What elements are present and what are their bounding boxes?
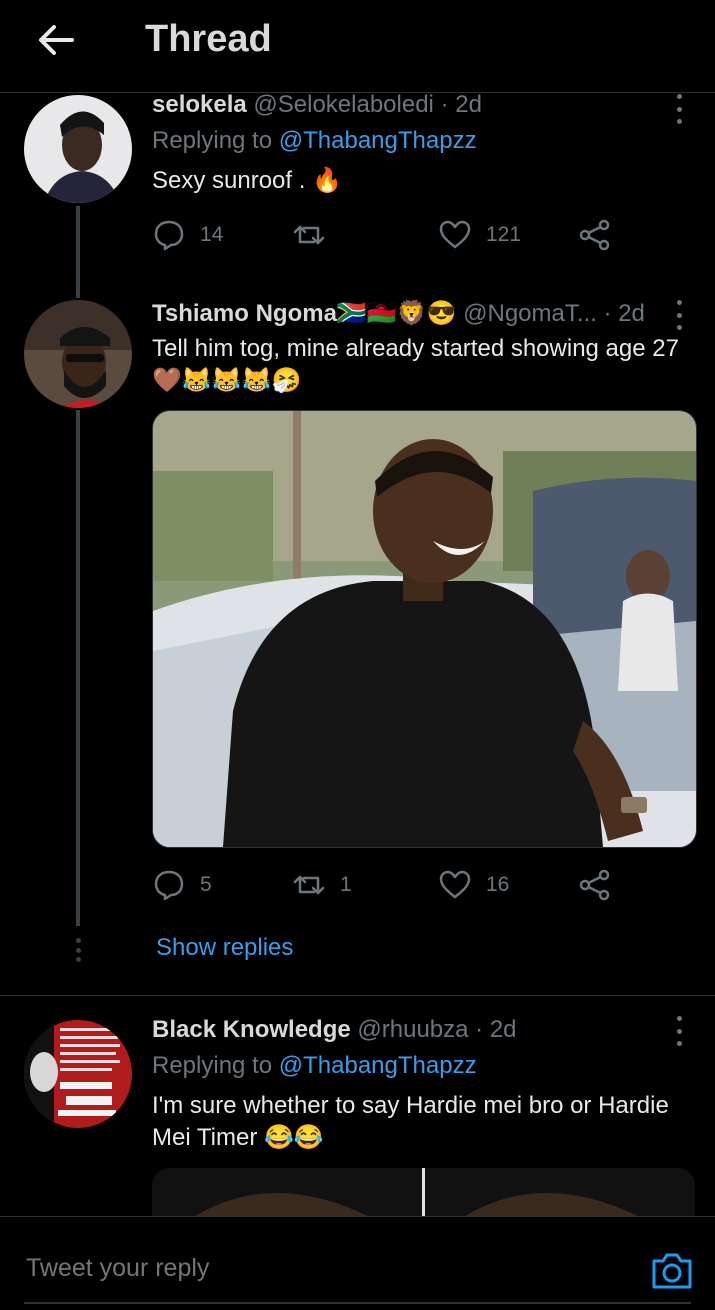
- share-icon: [579, 869, 610, 901]
- user-handle[interactable]: @NgomaT...: [463, 300, 597, 327]
- replying-to-label: Replying to: [152, 1052, 273, 1079]
- like-button[interactable]: 16: [438, 868, 509, 902]
- divider: [0, 995, 715, 996]
- heart-icon: [439, 220, 471, 249]
- reply-icon: [154, 220, 184, 251]
- more-options-button[interactable]: [673, 300, 685, 330]
- replying-to: Replying to @ThabangThapzz: [152, 1051, 477, 1081]
- separator-dot: ·: [440, 91, 449, 118]
- more-icon: [676, 94, 682, 99]
- more-icon: [676, 300, 682, 305]
- thread-line: [76, 410, 80, 926]
- retweet-button[interactable]: [292, 218, 340, 252]
- user-handle[interactable]: @Selokelaboledi: [253, 91, 433, 118]
- retweet-icon: [293, 875, 325, 895]
- reply-button[interactable]: 14: [152, 218, 223, 252]
- more-replies-indicator: [74, 938, 82, 962]
- reply-icon: [154, 870, 184, 901]
- avatar[interactable]: [24, 1020, 132, 1128]
- reply-input[interactable]: [24, 1253, 588, 1284]
- show-replies-link[interactable]: Show replies: [156, 934, 293, 962]
- tweet-header: selokela @Selokelaboledi · 2d: [152, 90, 482, 120]
- retweet-icon: [293, 225, 325, 245]
- timestamp: 2d: [489, 1016, 517, 1043]
- reply-composer: [0, 1216, 715, 1310]
- camera-button[interactable]: [650, 1249, 694, 1293]
- page-title: Thread: [145, 18, 272, 60]
- user-handle[interactable]: @rhuubza: [357, 1016, 468, 1043]
- more-options-button[interactable]: [673, 94, 685, 124]
- tweet-image[interactable]: [152, 1168, 695, 1218]
- display-name[interactable]: Black Knowledge: [152, 1016, 351, 1043]
- like-button[interactable]: 121: [438, 218, 521, 252]
- mention-link[interactable]: @ThabangThapzz: [279, 127, 477, 154]
- reply-button[interactable]: 5: [152, 868, 212, 902]
- more-options-button[interactable]: [673, 1016, 685, 1046]
- mention-link[interactable]: @ThabangThapzz: [279, 1052, 477, 1079]
- tweet-header: Tshiamo Ngoma🇿🇦🇲🇼🦁😎 @NgomaT... · 2d: [152, 299, 645, 329]
- separator-dot: ·: [475, 1016, 484, 1043]
- separator-dot: ·: [603, 300, 612, 327]
- arrow-left-icon: [39, 25, 74, 55]
- display-name[interactable]: selokela: [152, 91, 247, 118]
- like-count: 16: [486, 873, 510, 896]
- input-underline: [24, 1302, 691, 1304]
- more-icon: [676, 1016, 682, 1021]
- top-app-bar: Thread: [0, 0, 715, 93]
- tweet-image[interactable]: [152, 410, 697, 848]
- tweet-actions: 5 1 16: [152, 868, 632, 908]
- camera-icon: [652, 1253, 692, 1289]
- tweet-text: Tell him tog, mine already started showi…: [152, 335, 679, 394]
- timestamp: 2d: [455, 91, 482, 118]
- reply-count: 14: [200, 223, 224, 246]
- back-button[interactable]: [34, 18, 78, 62]
- tweet-actions: 14 121: [152, 218, 632, 258]
- share-icon: [579, 219, 610, 251]
- retweet-button[interactable]: 1: [292, 868, 352, 902]
- reply-count: 5: [200, 873, 212, 896]
- tweet-header: Black Knowledge @rhuubza · 2d: [152, 1015, 517, 1045]
- replying-to: Replying to @ThabangThapzz: [152, 126, 477, 156]
- thread-line: [76, 206, 80, 298]
- retweet-count: 1: [340, 873, 352, 896]
- timestamp: 2d: [618, 300, 645, 327]
- replying-to-label: Replying to: [152, 127, 273, 154]
- share-button[interactable]: [578, 868, 612, 902]
- tweet-text: Sexy sunroof . 🔥: [152, 167, 342, 194]
- like-count: 121: [486, 223, 522, 246]
- avatar[interactable]: [24, 300, 132, 408]
- heart-icon: [439, 870, 471, 899]
- display-name[interactable]: Tshiamo Ngoma🇿🇦🇲🇼🦁😎: [152, 300, 456, 327]
- tweet-text: I'm sure whether to say Hardie mei bro o…: [152, 1092, 669, 1151]
- avatar[interactable]: [24, 95, 132, 203]
- share-button[interactable]: [578, 218, 612, 252]
